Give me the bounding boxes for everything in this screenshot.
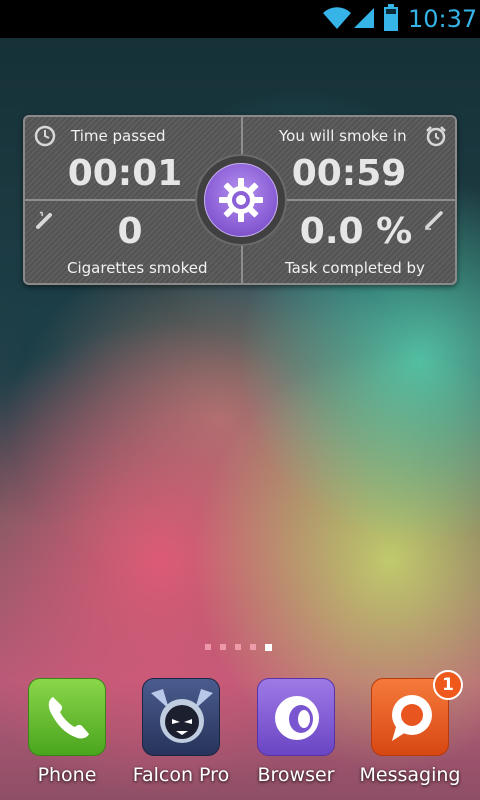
settings-gear-icon	[219, 178, 263, 222]
app-label: Messaging	[359, 764, 461, 786]
time-passed-label: Time passed	[71, 127, 166, 145]
pencil-icon	[425, 211, 443, 230]
app-label: Phone	[37, 764, 97, 786]
cigarettes-smoked-label: Cigarettes smoked	[67, 259, 208, 277]
settings-button-face	[204, 163, 278, 237]
next-smoke-label: You will smoke in	[279, 127, 407, 145]
dock-app-browser[interactable]: Browser	[243, 678, 349, 796]
page-dot	[220, 644, 226, 650]
page-dot-active	[265, 644, 272, 651]
cigarette-icon	[36, 211, 52, 229]
smoking-tracker-widget[interactable]: Time passed 00:01 You will smoke in 00:5…	[23, 115, 457, 285]
task-completed-label: Task completed by	[285, 259, 425, 277]
falcon-icon	[142, 678, 220, 756]
app-label: Browser	[257, 764, 335, 786]
phone-icon	[28, 678, 106, 756]
alarm-clock-icon	[426, 126, 446, 147]
next-smoke-value: 00:59	[291, 153, 407, 194]
wifi-icon	[323, 7, 351, 29]
page-dot	[250, 644, 256, 650]
task-completed-value: 0.0 %	[299, 211, 413, 252]
dock-app-falcon-pro[interactable]: Falcon Pro	[128, 678, 234, 796]
clock-time: 10:37	[408, 5, 478, 33]
cigarettes-smoked-value: 0	[117, 211, 143, 252]
browser-icon	[257, 678, 335, 756]
status-bar: 10:37	[0, 0, 480, 38]
page-indicator	[205, 644, 277, 652]
dock-app-phone[interactable]: Phone	[14, 678, 120, 796]
app-label: Falcon Pro	[132, 764, 230, 786]
dock-app-messaging[interactable]: 1 Messaging	[357, 670, 463, 796]
page-dot	[235, 644, 241, 650]
settings-button[interactable]	[195, 154, 287, 246]
battery-icon	[384, 4, 398, 31]
clock-icon	[34, 125, 56, 147]
notification-badge: 1	[433, 670, 463, 700]
time-passed-value: 00:01	[67, 153, 183, 194]
page-dot	[205, 644, 211, 650]
signal-icon	[354, 8, 374, 28]
